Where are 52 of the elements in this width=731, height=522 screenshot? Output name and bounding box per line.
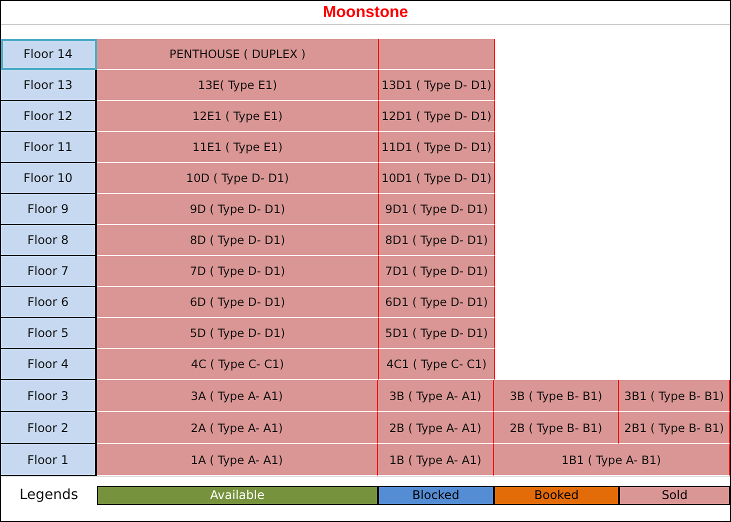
unit-cell: 5D1 ( Type D- D1) bbox=[379, 318, 495, 349]
floor-cell[interactable]: Floor 4 bbox=[1, 349, 97, 380]
floor-cell[interactable]: Floor 13 bbox=[1, 70, 97, 101]
unit-cell: PENTHOUSE ( DUPLEX ) bbox=[97, 39, 379, 70]
unit-cell: 2B ( Type B- B1) bbox=[494, 412, 620, 444]
floor-cell[interactable]: Floor 1 bbox=[1, 444, 97, 476]
unit-cell: 9D ( Type D- D1) bbox=[97, 194, 379, 225]
unit-cell: 3B ( Type B- B1) bbox=[494, 380, 620, 412]
sheet-title: Moonstone bbox=[322, 4, 408, 22]
unit-cell: 2B ( Type A- A1) bbox=[378, 412, 494, 444]
unit-cell: 1B ( Type A- A1) bbox=[378, 444, 494, 476]
unit-cell: 8D ( Type D- D1) bbox=[97, 225, 379, 256]
unit-cell: 10D1 ( Type D- D1) bbox=[379, 163, 495, 194]
unit-cell: 7D ( Type D- D1) bbox=[97, 256, 379, 287]
unit-cell: 11D1 ( Type D- D1) bbox=[379, 132, 495, 163]
floor-cell[interactable]: Floor 14 bbox=[1, 39, 97, 70]
floor-cell[interactable]: Floor 12 bbox=[1, 101, 97, 132]
floor-cell[interactable]: Floor 11 bbox=[1, 132, 97, 163]
unit-cell: 2A ( Type A- A1) bbox=[96, 412, 378, 444]
floor-cell[interactable]: Floor 9 bbox=[1, 194, 97, 225]
unit-cell: 5D ( Type D- D1) bbox=[97, 318, 379, 349]
floor-cell[interactable]: Floor 5 bbox=[1, 318, 97, 349]
floor-cell[interactable]: Floor 7 bbox=[1, 256, 97, 287]
unit-cell: 6D ( Type D- D1) bbox=[97, 287, 379, 318]
unit-cell: 3A ( Type A- A1) bbox=[96, 380, 378, 412]
floor-cell[interactable]: Floor 6 bbox=[1, 287, 97, 318]
unit-cell: 13E( Type E1) bbox=[97, 70, 379, 101]
floor-cell[interactable]: Floor 8 bbox=[1, 225, 97, 256]
unit-cell: 1A ( Type A- A1) bbox=[96, 444, 378, 476]
unit-cell: 12E1 ( Type E1) bbox=[97, 101, 379, 132]
unit-cell: 4C ( Type C- C1) bbox=[97, 349, 379, 380]
unit-cell: 7D1 ( Type D- D1) bbox=[379, 256, 495, 287]
unit-cell: 8D1 ( Type D- D1) bbox=[379, 225, 495, 256]
legends-label: Legends bbox=[18, 487, 80, 503]
legend-swatch: Sold bbox=[619, 486, 730, 504]
unit-cell: 9D1 ( Type D- D1) bbox=[379, 194, 495, 225]
unit-cell: 12D1 ( Type D- D1) bbox=[379, 101, 495, 132]
floor-cell[interactable]: Floor 3 bbox=[1, 380, 97, 412]
floor-cell[interactable]: Floor 2 bbox=[1, 412, 97, 444]
legend-swatch: Booked bbox=[494, 486, 620, 504]
floor-cell[interactable]: Floor 10 bbox=[1, 163, 97, 194]
legend-swatch: Available bbox=[96, 486, 378, 504]
unit-cell: 10D ( Type D- D1) bbox=[97, 163, 379, 194]
unit-cell: 1B1 ( Type A- B1) bbox=[494, 444, 730, 476]
legend-swatch: Blocked bbox=[378, 486, 494, 504]
unit-cell: 13D1 ( Type D- D1) bbox=[379, 70, 495, 101]
unit-cell: 2B1 ( Type B- B1) bbox=[619, 412, 730, 444]
unit-cell: 6D1 ( Type D- D1) bbox=[379, 287, 495, 318]
unit-cell: 4C1 ( Type C- C1) bbox=[379, 349, 495, 380]
unit-cell: 11E1 ( Type E1) bbox=[97, 132, 379, 163]
unit-cell: 3B ( Type A- A1) bbox=[378, 380, 494, 412]
unit-cell: 3B1 ( Type B- B1) bbox=[619, 380, 730, 412]
